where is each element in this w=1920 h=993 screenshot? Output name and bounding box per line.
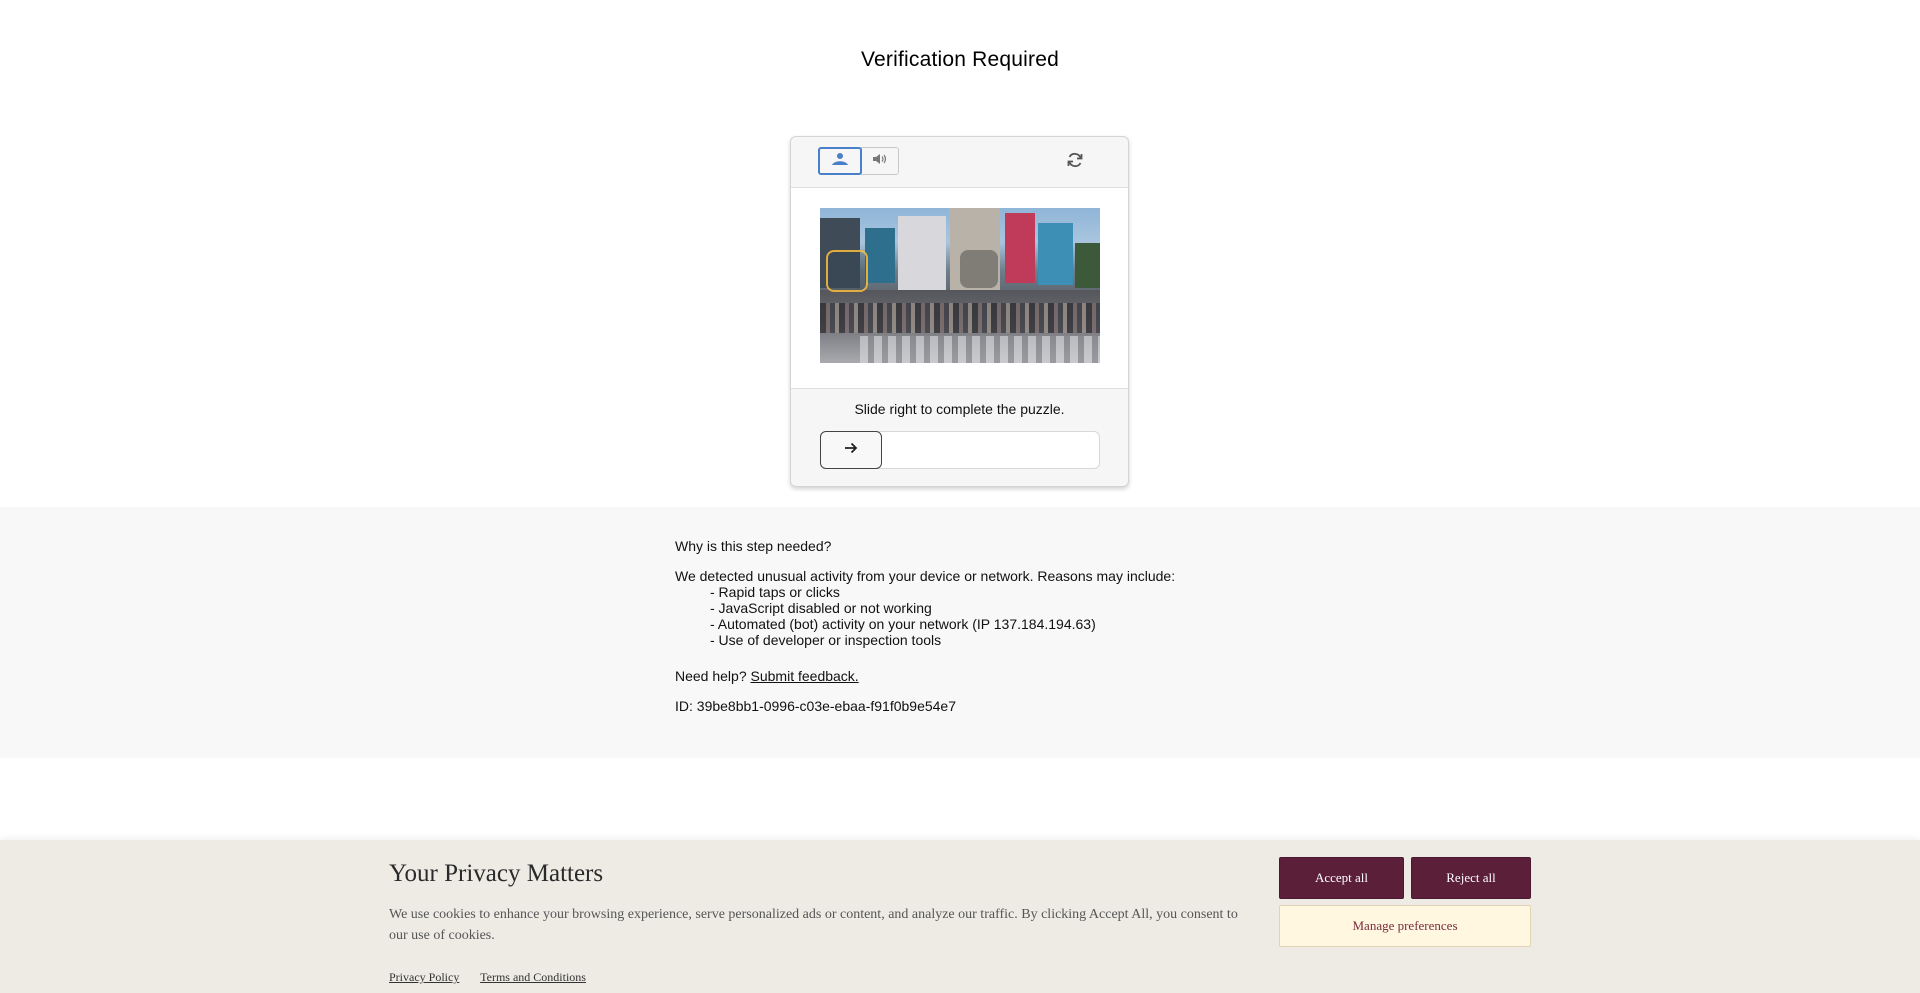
speaker-icon <box>872 152 888 171</box>
info-lead: We detected unusual activity from your d… <box>675 568 1176 584</box>
cookie-title: Your Privacy Matters <box>389 860 604 887</box>
refresh-button[interactable] <box>1064 151 1086 173</box>
captcha-instruction: Slide right to complete the puzzle. <box>854 401 1065 417</box>
refresh-icon <box>1066 151 1084 174</box>
list-item: - Automated (bot) activity on your netwo… <box>710 616 1096 632</box>
audio-challenge-button[interactable] <box>861 147 899 175</box>
reject-all-button[interactable]: Reject all <box>1411 857 1531 899</box>
list-item: - JavaScript disabled or not working <box>710 600 932 616</box>
captcha-header <box>791 137 1128 188</box>
manage-preferences-button[interactable]: Manage preferences <box>1279 905 1531 947</box>
arrow-right-icon <box>844 441 858 459</box>
captcha-widget: Slide right to complete the puzzle. <box>790 136 1129 487</box>
puzzle-image <box>820 208 1100 363</box>
puzzle-piece[interactable] <box>826 250 868 292</box>
privacy-policy-link[interactable]: Privacy Policy <box>389 970 459 984</box>
page-title: Verification Required <box>861 48 1059 71</box>
help-prefix: Need help? <box>675 668 747 684</box>
captcha-image-area <box>791 188 1128 389</box>
cookie-banner: Your Privacy Matters We use cookies to e… <box>0 840 1920 993</box>
info-question: Why is this step needed? <box>675 538 832 554</box>
slider-handle[interactable] <box>820 431 882 469</box>
request-id: ID: 39be8bb1-0996-c03e-ebaa-f91f0b9e54e7 <box>675 698 957 714</box>
image-challenge-button[interactable] <box>818 147 862 175</box>
reasons-list: - Rapid taps or clicks - JavaScript disa… <box>710 584 1096 648</box>
info-section: Why is this step needed? We detected unu… <box>0 507 1920 758</box>
list-item: - Use of developer or inspection tools <box>710 632 942 648</box>
cookie-description: We use cookies to enhance your browsing … <box>389 907 1238 943</box>
help-line: Need help? Submit feedback. <box>675 668 859 684</box>
list-item: - Rapid taps or clicks <box>710 584 840 600</box>
submit-feedback-link[interactable]: Submit feedback. <box>751 668 859 684</box>
accept-all-button[interactable]: Accept all <box>1279 857 1404 899</box>
puzzle-target-slot <box>960 250 998 288</box>
terms-link[interactable]: Terms and Conditions <box>480 970 586 984</box>
image-icon <box>831 152 849 171</box>
cookie-links: Privacy Policy Terms and Conditions <box>389 970 604 985</box>
